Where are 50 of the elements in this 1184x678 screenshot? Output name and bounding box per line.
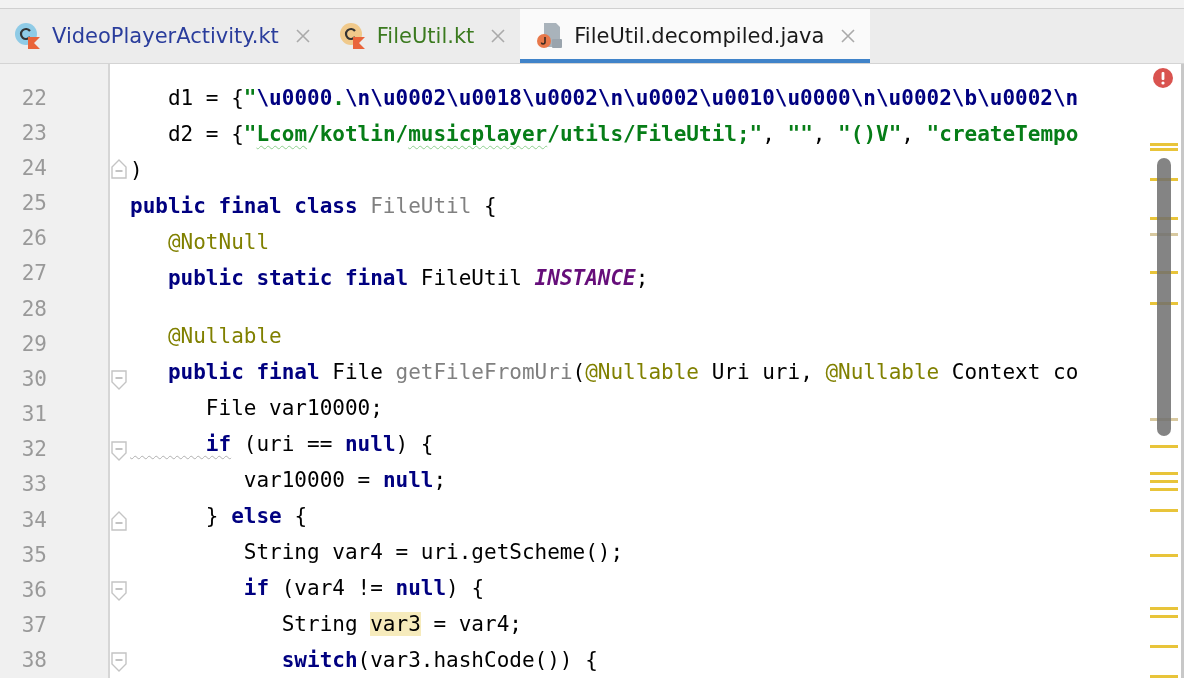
code-line: if (var4 != null) {: [242, 575, 486, 602]
kotlin-class-icon: [14, 22, 42, 50]
editor-tab[interactable]: FileUtil.kt: [324, 9, 521, 63]
line-number: 35: [20, 542, 47, 567]
editor-tab[interactable]: FileUtil.decompiled.java: [520, 9, 871, 63]
fold-marker-icon[interactable]: [111, 651, 127, 672]
close-icon[interactable]: [840, 28, 857, 44]
code-line: d2 = {"Lcom/kotlin/musicplayer/utils/FileUtil;", "", "()V", "createTempo: [166, 121, 1080, 148]
code-line: File var10000;: [204, 395, 384, 422]
code-line: ): [130, 157, 144, 184]
error-icon[interactable]: [1153, 68, 1173, 88]
code-line: switch(var3.hashCode()) {: [280, 647, 599, 674]
code-line: @Nullable: [166, 323, 283, 350]
line-number: 38: [20, 648, 47, 673]
line-number: 28: [20, 296, 47, 321]
line-number: 37: [20, 613, 47, 638]
code-line: @NotNull: [166, 229, 271, 256]
close-icon[interactable]: [294, 28, 311, 44]
code-line: public final File getFileFromUri(@Nullable Uri uri, @Nullable Context co: [166, 359, 1080, 386]
scrollbar-thumb[interactable]: [1157, 158, 1171, 436]
code-line: } else {: [204, 503, 309, 530]
code-line: String var3 = var4;: [280, 611, 523, 638]
code-line: if (uri == null) {: [204, 431, 435, 458]
line-number: 25: [20, 191, 47, 216]
fold-marker-icon[interactable]: [111, 159, 127, 180]
line-number: 33: [20, 472, 47, 497]
code-line: public static final FileUtil INSTANCE;: [166, 265, 650, 292]
line-number: 36: [20, 578, 47, 602]
line-number: 34: [20, 507, 47, 532]
line-number: 24: [20, 155, 47, 180]
fold-marker-icon[interactable]: [111, 370, 127, 391]
close-icon[interactable]: [490, 28, 507, 44]
code-line: var10000 = null;: [242, 467, 448, 494]
kotlin-class-icon: [338, 22, 367, 50]
line-number: 29: [20, 331, 47, 356]
java-file-icon: [534, 21, 565, 51]
fold-marker-icon[interactable]: [111, 440, 127, 461]
line-number: 31: [20, 402, 47, 427]
fold-marker-icon[interactable]: [111, 511, 127, 532]
editor-tab[interactable]: VideoPlayerActivity.kt: [0, 9, 325, 63]
line-number: 32: [20, 437, 47, 462]
line-number: 23: [20, 120, 47, 145]
code-line: d1 = {"\u0000.\n\u0002\u0018\u0002\n\u0002\u0010\u0000\n\u0002\b\u0002\n: [166, 85, 1080, 112]
fold-marker-icon[interactable]: [111, 581, 127, 602]
code-line: public final class FileUtil {: [130, 193, 498, 220]
line-number: 22: [20, 85, 47, 110]
line-number: 27: [20, 261, 47, 286]
line-number: 26: [20, 226, 47, 251]
line-number: 30: [20, 366, 47, 391]
code-line: String var4 = uri.getScheme();: [242, 539, 625, 566]
